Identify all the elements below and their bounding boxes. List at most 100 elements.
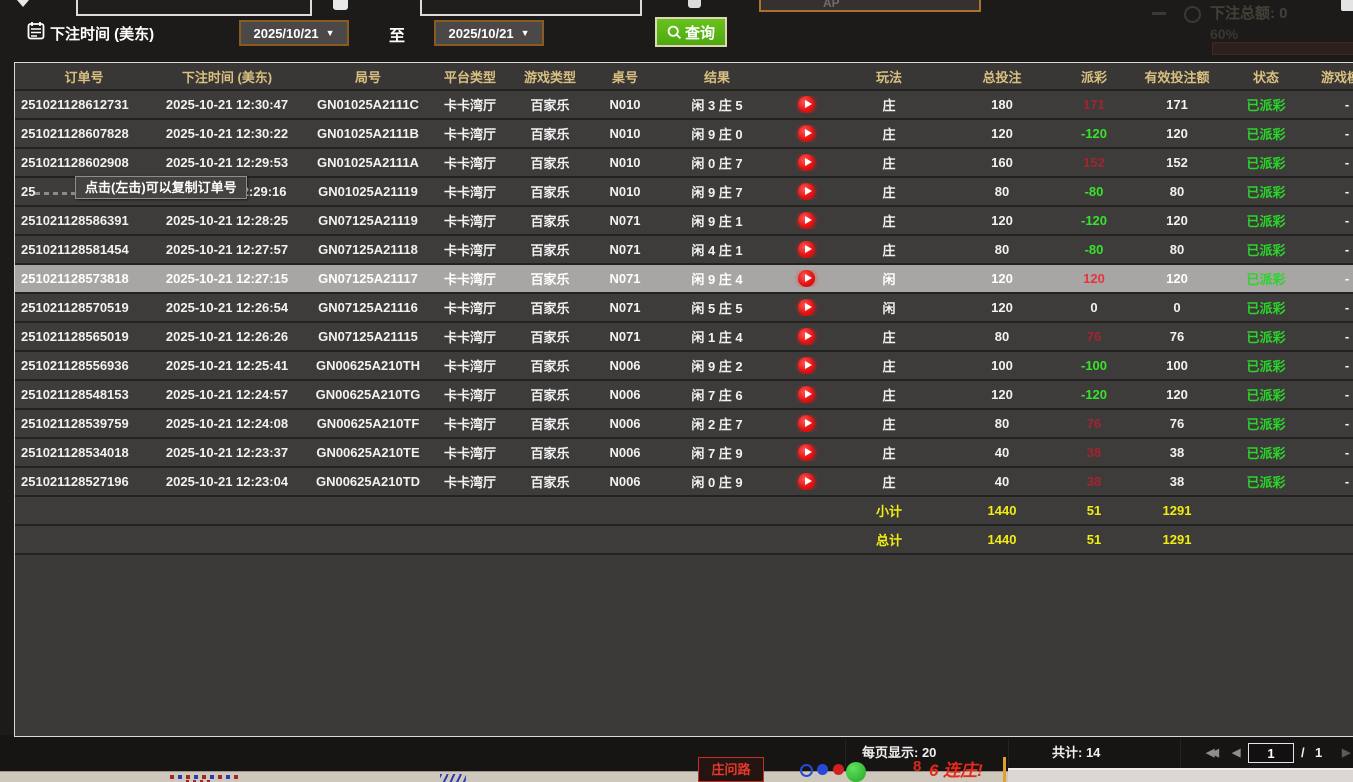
first-page-button[interactable]: ◀◀	[1206, 735, 1215, 771]
cell-total-bet: 80	[939, 329, 1065, 344]
cell-play: 庄	[839, 385, 939, 404]
cell-order[interactable]: 251021128602908	[15, 155, 147, 170]
next-page-button[interactable]: ▶	[1342, 735, 1350, 771]
cell-order[interactable]: 251021128539759	[15, 416, 147, 431]
cell-status: 已派彩	[1231, 269, 1301, 288]
cell-result: 闲 3 庄 5	[661, 95, 773, 114]
cell-replay[interactable]	[773, 386, 839, 403]
cell-mode: -	[1301, 184, 1353, 199]
cell-valid-bet: 100	[1123, 358, 1231, 373]
cell-play: 庄	[839, 472, 939, 491]
cell-order[interactable]: 251021128527196	[15, 474, 147, 489]
replay-button[interactable]	[798, 154, 815, 171]
cell-valid-bet: 120	[1123, 126, 1231, 141]
cell-replay[interactable]	[773, 357, 839, 374]
replay-button[interactable]	[798, 183, 815, 200]
replay-button[interactable]	[798, 444, 815, 461]
header-result: 结果	[661, 67, 773, 86]
partial-square-icon-2	[688, 0, 701, 8]
table-row[interactable]: 2510211285738182025-10-21 12:27:15GN0712…	[15, 265, 1353, 294]
table-row[interactable]: 2510211285650192025-10-21 12:26:26GN0712…	[15, 323, 1353, 352]
cell-order[interactable]: 251021128548153	[15, 387, 147, 402]
cell-replay[interactable]	[773, 212, 839, 229]
page-slash: /	[1301, 735, 1305, 771]
page-number-input[interactable]: 1	[1248, 743, 1294, 763]
cell-total-bet: 80	[939, 242, 1065, 257]
cell-valid-bet: 38	[1123, 445, 1231, 460]
table-row[interactable]: 2510211285271962025-10-21 12:23:04GN0062…	[15, 468, 1353, 497]
cell-replay[interactable]	[773, 444, 839, 461]
cell-order[interactable]: 251021128581454	[15, 242, 147, 257]
cell-round: GN07125A21115	[307, 329, 429, 344]
replay-button[interactable]	[798, 241, 815, 258]
replay-button[interactable]	[798, 386, 815, 403]
partial-text-input-1[interactable]	[76, 0, 312, 16]
table-row[interactable]: 2510211286127312025-10-21 12:30:47GN0102…	[15, 91, 1353, 120]
date-from-select[interactable]: 2025/10/21 ▼	[239, 20, 349, 46]
cell-order[interactable]: 251021128570519	[15, 300, 147, 315]
replay-button[interactable]	[798, 328, 815, 345]
table-row[interactable]: 2510211285397592025-10-21 12:24:08GN0062…	[15, 410, 1353, 439]
cell-game-type: 百家乐	[511, 95, 589, 114]
table-row[interactable]: 2510211285863912025-10-21 12:28:25GN0712…	[15, 207, 1353, 236]
replay-button[interactable]	[798, 212, 815, 229]
table-row[interactable]: 2510211285705192025-10-21 12:26:54GN0712…	[15, 294, 1353, 323]
cell-order[interactable]: 251021128607828	[15, 126, 147, 141]
cell-total-bet: 120	[939, 213, 1065, 228]
cell-replay[interactable]	[773, 270, 839, 287]
replay-button[interactable]	[798, 299, 815, 316]
cell-status: 已派彩	[1231, 153, 1301, 172]
cell-replay[interactable]	[773, 96, 839, 113]
cell-order[interactable]: 251021128556936	[15, 358, 147, 373]
partial-dropdown[interactable]: AP	[759, 0, 981, 12]
cell-order[interactable]: 251021128612731	[15, 97, 147, 112]
table-row[interactable]: 2510211285481532025-10-21 12:24:57GN0062…	[15, 381, 1353, 410]
cell-replay[interactable]	[773, 328, 839, 345]
table-row[interactable]: 2510211286078282025-10-21 12:30:22GN0102…	[15, 120, 1353, 149]
cell-replay[interactable]	[773, 299, 839, 316]
cell-mode: -	[1301, 242, 1353, 257]
cell-order[interactable]: 251021128534018	[15, 445, 147, 460]
cell-order[interactable]: 251021128565019	[15, 329, 147, 344]
cell-replay[interactable]	[773, 415, 839, 432]
table-header-row: 订单号下注时间 (美东)局号平台类型游戏类型桌号结果玩法总投注派彩有效投注额状态…	[15, 63, 1353, 91]
player-ring-dot	[800, 764, 813, 777]
cell-play: 庄	[839, 153, 939, 172]
prev-page-button[interactable]: ◀	[1232, 735, 1240, 771]
cell-round: GN00625A210TD	[307, 474, 429, 489]
banker-dot	[833, 764, 844, 775]
cell-mode: -	[1301, 213, 1353, 228]
cell-valid-bet: 171	[1123, 97, 1231, 112]
replay-button[interactable]	[798, 125, 815, 142]
partial-text-input-2[interactable]	[420, 0, 642, 16]
cell-replay[interactable]	[773, 154, 839, 171]
cell-round: GN00625A210TG	[307, 387, 429, 402]
cell-table-no: N010	[589, 97, 661, 112]
cell-game-type: 百家乐	[511, 298, 589, 317]
cell-replay[interactable]	[773, 183, 839, 200]
replay-button[interactable]	[798, 415, 815, 432]
cell-order[interactable]: 251021128573818	[15, 271, 147, 286]
table-row[interactable]: 2510211285814542025-10-21 12:27:57GN0712…	[15, 236, 1353, 265]
cell-valid-bet: 152	[1123, 155, 1231, 170]
replay-button[interactable]	[798, 270, 815, 287]
query-button[interactable]: 查询	[655, 17, 727, 47]
replay-button[interactable]	[798, 357, 815, 374]
replay-button[interactable]	[798, 96, 815, 113]
cell-table-no: N006	[589, 358, 661, 373]
cell-table-no: N006	[589, 387, 661, 402]
table-row[interactable]: 2510211286029082025-10-21 12:29:53GN0102…	[15, 149, 1353, 178]
table-row[interactable]: 2510211285569362025-10-21 12:25:41GN0062…	[15, 352, 1353, 381]
cell-table-no: N006	[589, 416, 661, 431]
cell-replay[interactable]	[773, 473, 839, 490]
date-to-select[interactable]: 2025/10/21 ▼	[434, 20, 544, 46]
cell-result: 闲 0 庄 7	[661, 153, 773, 172]
replay-button[interactable]	[798, 473, 815, 490]
cell-replay[interactable]	[773, 241, 839, 258]
subtotal-row-play: 小计	[839, 501, 939, 520]
cell-result: 闲 9 庄 7	[661, 182, 773, 201]
cell-replay[interactable]	[773, 125, 839, 142]
table-row[interactable]: 2510211285340182025-10-21 12:23:37GN0062…	[15, 439, 1353, 468]
cell-order[interactable]: 251021128586391	[15, 213, 147, 228]
cell-game-type: 百家乐	[511, 182, 589, 201]
